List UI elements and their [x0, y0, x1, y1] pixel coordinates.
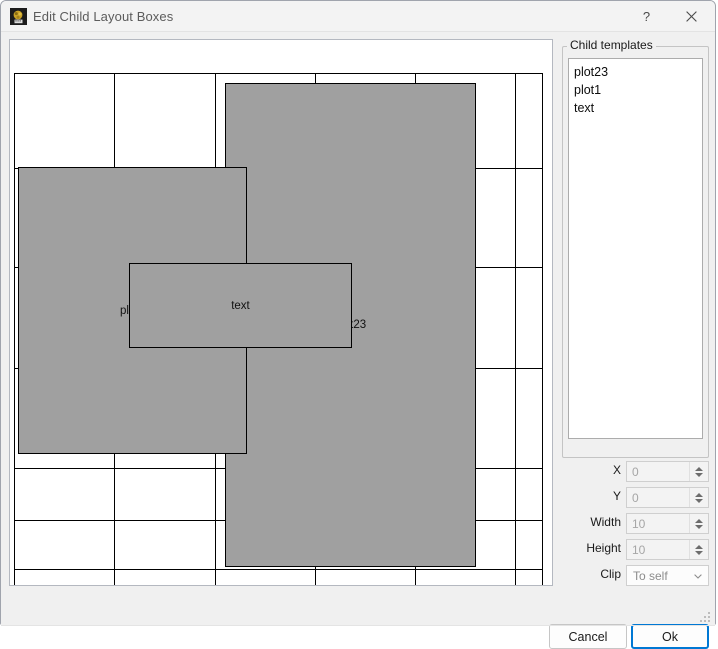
y-value: 0	[632, 491, 639, 505]
clip-label: Clip	[600, 567, 621, 581]
property-row-x: X0	[562, 461, 709, 482]
chevron-down-icon[interactable]	[694, 550, 703, 555]
width-stepper[interactable]	[689, 514, 707, 533]
height-stepper[interactable]	[689, 540, 707, 559]
grid-line-horizontal	[14, 569, 542, 570]
child-templates-label: Child templates	[567, 38, 656, 52]
clip-value: To self	[633, 569, 668, 583]
y-stepper[interactable]	[689, 488, 707, 507]
chevron-down-icon[interactable]	[694, 524, 703, 529]
property-row-height: Height 10	[562, 539, 709, 560]
x-spinbox[interactable]: 0	[626, 461, 709, 482]
chevron-up-icon[interactable]	[694, 518, 703, 523]
window-title: Edit Child Layout Boxes	[33, 9, 174, 24]
height-label: Height	[586, 541, 621, 555]
width-value: 10	[632, 517, 646, 531]
list-item[interactable]: plot23	[569, 63, 702, 81]
property-row-y: Y0	[562, 487, 709, 508]
layout-canvas[interactable]: plot23plot1text	[9, 39, 553, 586]
height-spinbox[interactable]: 10	[626, 539, 709, 560]
x-label: X	[612, 463, 621, 477]
height-value: 10	[632, 543, 646, 557]
grid-line-vertical	[14, 73, 15, 585]
layout-box-text[interactable]: text	[129, 263, 352, 348]
layout-box-label: text	[231, 299, 250, 312]
grid-line-horizontal	[14, 73, 542, 74]
close-button[interactable]	[669, 1, 714, 31]
list-item[interactable]: text	[569, 99, 702, 117]
list-item-label: plot1	[574, 83, 602, 97]
resize-grip[interactable]	[700, 612, 712, 624]
close-icon	[686, 10, 697, 22]
list-item-label: plot23	[574, 65, 609, 79]
grid-line-vertical	[515, 73, 516, 585]
question-mark-icon: ?	[642, 8, 651, 24]
chevron-up-icon[interactable]	[694, 544, 703, 549]
width-label: Width	[590, 515, 621, 529]
chevron-up-icon[interactable]	[694, 492, 703, 497]
list-item-label: text	[574, 101, 595, 115]
clip-combobox[interactable]: To self	[626, 565, 709, 586]
y-label: Y	[612, 489, 621, 503]
child-templates-list[interactable]: plot23 plot1 text	[568, 58, 703, 439]
cancel-button[interactable]: Cancel	[549, 624, 627, 649]
x-stepper[interactable]	[689, 462, 707, 481]
property-row-width: Width 10	[562, 513, 709, 534]
y-spinbox[interactable]: 0	[626, 487, 709, 508]
grid-line-vertical	[542, 73, 543, 585]
dialog-window: Edit Child Layout Boxes ? plot23 plot1 tex…	[0, 0, 716, 649]
chevron-down-icon[interactable]	[694, 498, 703, 503]
list-item[interactable]: plot1	[569, 81, 702, 99]
width-spinbox[interactable]: 10	[626, 513, 709, 534]
title-bar: Edit Child Layout Boxes ?	[1, 1, 715, 32]
x-value: 0	[632, 465, 639, 479]
help-button[interactable]: ?	[624, 1, 669, 31]
footer-divider	[1, 625, 715, 626]
app-icon	[10, 8, 27, 25]
chevron-down-icon[interactable]	[694, 574, 702, 579]
property-row-clip: Clip To self	[562, 565, 709, 586]
ok-button[interactable]: Ok	[631, 624, 709, 649]
chevron-down-icon[interactable]	[694, 472, 703, 477]
chevron-up-icon[interactable]	[694, 466, 703, 471]
client-area: plot23plot1text Child templates plot23pl…	[1, 32, 715, 649]
